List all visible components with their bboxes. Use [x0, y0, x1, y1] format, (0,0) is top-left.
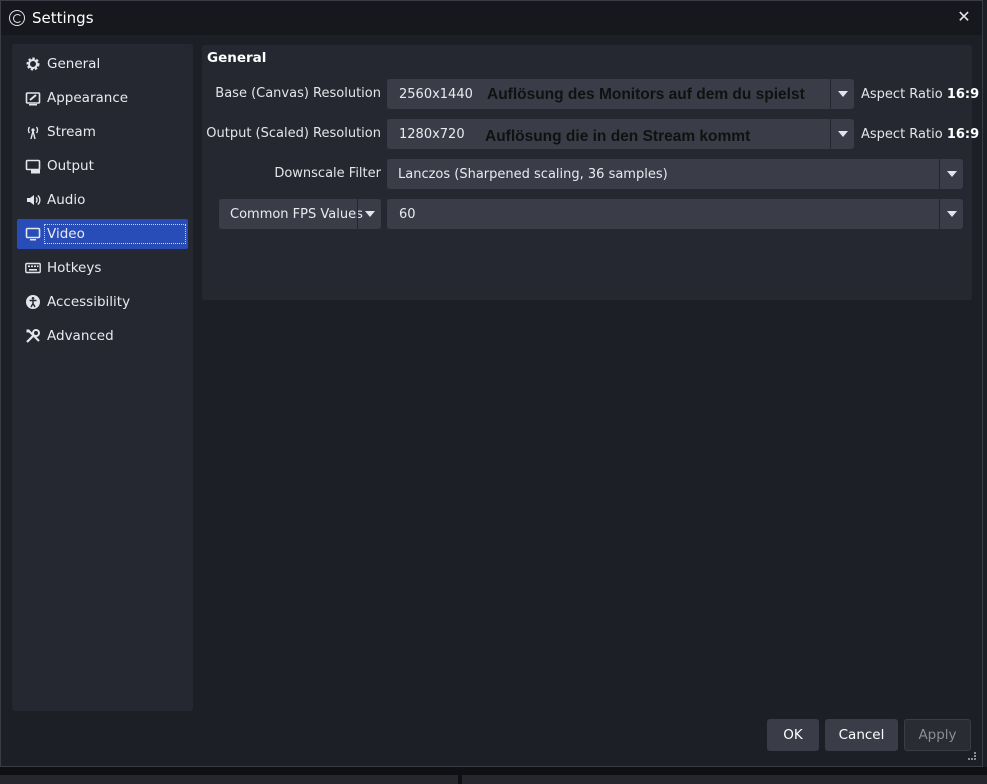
cancel-button[interactable]: Cancel: [825, 719, 898, 751]
base-aspect-ratio: Aspect Ratio 16:9: [861, 87, 980, 102]
group-title: General: [207, 50, 267, 66]
accessibility-icon: [24, 293, 42, 311]
title-bar: Settings ✕: [1, 1, 982, 35]
apply-button[interactable]: Apply: [904, 719, 971, 751]
sidebar-item-hotkeys[interactable]: Hotkeys: [17, 253, 188, 283]
chevron-down-icon[interactable]: [830, 79, 854, 109]
chevron-down-icon[interactable]: [939, 199, 963, 229]
sidebar-item-label: Advanced: [47, 328, 114, 344]
background-panel-right: [462, 775, 987, 784]
output-resolution-label: Output (Scaled) Resolution: [206, 126, 381, 141]
close-icon[interactable]: ✕: [954, 7, 974, 27]
sidebar-item-appearance[interactable]: Appearance: [17, 83, 188, 113]
sidebar-item-label: Appearance: [47, 90, 129, 106]
fps-type-value: Common FPS Values: [230, 206, 363, 222]
antenna-icon: [24, 123, 42, 141]
sidebar-item-label: Accessibility: [47, 294, 131, 310]
window-title: Settings: [32, 9, 94, 27]
tools-icon: [24, 327, 42, 345]
sidebar-item-stream[interactable]: Stream: [17, 117, 188, 147]
background-window-strip: [0, 767, 987, 784]
keyboard-icon: [24, 259, 42, 277]
sidebar-item-advanced[interactable]: Advanced: [17, 321, 188, 351]
fps-type-select[interactable]: Common FPS Values: [219, 199, 381, 229]
appearance-icon: [24, 89, 42, 107]
ok-button[interactable]: OK: [767, 719, 819, 751]
gear-icon: [24, 55, 42, 73]
base-resolution-value: 2560x1440: [399, 86, 473, 102]
chevron-down-icon[interactable]: [830, 119, 854, 149]
speaker-icon: [24, 191, 42, 209]
output-aspect-ratio: Aspect Ratio 16:9: [861, 127, 980, 142]
sidebar-item-audio[interactable]: Audio: [17, 185, 188, 215]
base-resolution-label: Base (Canvas) Resolution: [215, 86, 381, 101]
annotation-output-resolution: Auflösung die in den Stream kommt: [485, 128, 751, 145]
output-icon: [24, 157, 42, 175]
sidebar-item-label: General: [47, 56, 101, 72]
sidebar-item-video[interactable]: Video: [17, 219, 188, 249]
fps-value-select[interactable]: 60: [387, 199, 963, 229]
sidebar-item-label: Audio: [47, 192, 86, 208]
background-panel-left: [0, 775, 458, 784]
sidebar-item-label: Output: [47, 158, 94, 174]
obs-logo-icon: [9, 10, 25, 26]
sidebar-item-label: Stream: [47, 124, 96, 140]
sidebar-item-accessibility[interactable]: Accessibility: [17, 287, 188, 317]
output-resolution-value: 1280x720: [399, 126, 465, 142]
sidebar-item-label: Hotkeys: [47, 260, 102, 276]
downscale-filter-label: Downscale Filter: [274, 166, 381, 181]
sidebar-item-output[interactable]: Output: [17, 151, 188, 181]
settings-window: Settings ✕ General Appearance Stream Out…: [0, 0, 983, 767]
resize-grip[interactable]: [968, 752, 976, 760]
settings-sidebar: General Appearance Stream Output Audio V…: [12, 44, 193, 711]
downscale-filter-value: Lanczos (Sharpened scaling, 36 samples): [398, 166, 668, 182]
chevron-down-icon[interactable]: [939, 159, 963, 189]
downscale-filter-select[interactable]: Lanczos (Sharpened scaling, 36 samples): [387, 159, 963, 189]
sidebar-item-label: Video: [44, 224, 186, 244]
annotation-base-resolution: Auflösung des Monitors auf dem du spiels…: [487, 86, 805, 103]
sidebar-item-general[interactable]: General: [17, 49, 188, 79]
monitor-icon: [24, 225, 42, 243]
fps-value: 60: [399, 206, 416, 222]
chevron-down-icon[interactable]: [357, 199, 381, 229]
